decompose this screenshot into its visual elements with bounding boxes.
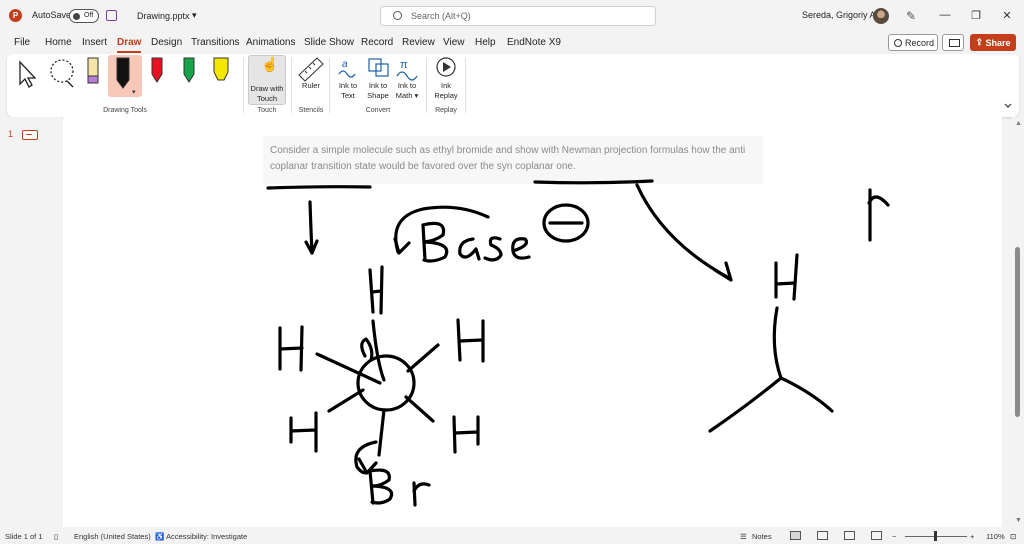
accessibility-icon[interactable]: ♿ xyxy=(155,532,164,541)
status-bar: Slide 1 of 1 ▯ English (United States) ♿… xyxy=(0,527,1024,544)
select-arrow-icon[interactable] xyxy=(19,60,37,88)
lasso-select-icon[interactable] xyxy=(50,59,74,88)
comments-button[interactable] xyxy=(942,34,964,51)
zoom-in-icon[interactable]: + xyxy=(970,532,974,541)
restore-button[interactable]: ❐ xyxy=(965,7,987,23)
tab-record[interactable]: Record xyxy=(361,37,393,48)
zoom-level[interactable]: 110% xyxy=(986,532,1005,541)
separator xyxy=(465,58,466,113)
group-label-replay: Replay xyxy=(435,107,457,114)
tab-transitions[interactable]: Transitions xyxy=(191,37,240,48)
tab-animations[interactable]: Animations xyxy=(246,37,295,48)
record-icon xyxy=(894,38,902,47)
tab-view[interactable]: View xyxy=(443,37,465,48)
scroll-up-icon[interactable]: ▲ xyxy=(1015,120,1022,127)
collapse-ribbon-icon[interactable] xyxy=(1004,103,1012,108)
accessibility-status[interactable]: Accessibility: Investigate xyxy=(166,532,247,541)
user-name[interactable]: Sereda, Grigoriy A xyxy=(802,10,876,20)
draw-with-touch-button[interactable]: ☝ Draw with Touch xyxy=(248,55,286,105)
powerpoint-logo-icon: P xyxy=(9,9,22,22)
touch-hand-icon: ☝ xyxy=(261,56,279,72)
slide-thumbnail[interactable] xyxy=(22,130,38,140)
separator xyxy=(329,58,330,113)
tab-draw[interactable]: Draw xyxy=(117,37,142,53)
save-icon[interactable] xyxy=(106,10,117,21)
slide-canvas[interactable]: Consider a simple molecule such as ethyl… xyxy=(63,117,1002,527)
ink-replay-button[interactable]: Ink Replay xyxy=(431,81,461,101)
draw-ribbon: ▾ a π ☝ Draw with Touch Ruler Ink to Tex… xyxy=(7,54,1019,117)
ruler-icon[interactable] xyxy=(298,57,324,82)
ink-to-text-icon[interactable]: a xyxy=(338,59,356,78)
tab-design[interactable]: Design xyxy=(151,37,182,48)
vertical-scrollbar[interactable]: ▲ ▼ xyxy=(1012,117,1024,527)
autosave-toggle[interactable]: Off xyxy=(69,9,99,23)
slide-show-icon[interactable] xyxy=(871,531,882,540)
separator xyxy=(291,58,292,113)
search-icon xyxy=(393,11,402,20)
ink-to-shape-icon[interactable] xyxy=(368,58,389,77)
record-button[interactable]: Record xyxy=(888,34,938,51)
svg-text:▾: ▾ xyxy=(132,89,136,96)
green-pen-icon[interactable] xyxy=(183,57,195,83)
fit-to-window-icon[interactable]: ⊡ xyxy=(1010,532,1016,541)
tab-help[interactable]: Help xyxy=(475,37,496,48)
share-button[interactable]: ⇪ Share xyxy=(970,34,1016,51)
language-status[interactable]: English (United States) xyxy=(74,532,151,541)
zoom-slider-knob[interactable] xyxy=(934,531,937,541)
search-box[interactable]: Search (Alt+Q) xyxy=(380,6,656,26)
normal-view-icon[interactable] xyxy=(790,531,801,540)
separator xyxy=(426,58,427,113)
ink-drawing xyxy=(266,179,890,507)
title-bar: P AutoSave Off Drawing.pptx ▾ Search (Al… xyxy=(0,0,1024,32)
group-label-stencils: Stencils xyxy=(298,107,324,114)
document-filename[interactable]: Drawing.pptx ▾ xyxy=(137,10,197,21)
pen-icon[interactable]: ✎ xyxy=(906,9,916,23)
group-label-touch: Touch xyxy=(257,107,277,114)
separator xyxy=(243,58,244,113)
avatar[interactable] xyxy=(873,8,889,24)
ink-to-text-button[interactable]: Ink to Text xyxy=(335,81,361,101)
svg-text:a: a xyxy=(342,59,348,70)
highlighter-icon[interactable] xyxy=(213,57,229,81)
tab-slide-show[interactable]: Slide Show xyxy=(304,37,354,48)
group-label-drawing-tools: Drawing Tools xyxy=(103,107,147,114)
scrollbar-thumb[interactable] xyxy=(1015,247,1020,417)
notes-icon[interactable]: ☰ xyxy=(740,532,747,541)
tab-endnote[interactable]: EndNote X9 xyxy=(507,37,561,48)
spellcheck-icon[interactable]: ▯ xyxy=(54,532,58,541)
slide-info: Slide 1 of 1 xyxy=(5,532,43,541)
group-label-convert: Convert xyxy=(365,107,391,114)
scroll-down-icon[interactable]: ▼ xyxy=(1015,517,1022,524)
reading-view-icon[interactable] xyxy=(844,531,855,540)
close-button[interactable]: ✕ xyxy=(996,7,1018,23)
slide-number: 1 xyxy=(8,129,14,139)
tab-home[interactable]: Home xyxy=(45,37,72,48)
red-pen-icon[interactable] xyxy=(151,57,163,83)
slide-thumbnails-panel: 1 xyxy=(0,117,62,527)
tab-file[interactable]: File xyxy=(14,37,30,48)
notes-button[interactable]: Notes xyxy=(752,532,772,541)
pencil-tool-icon[interactable] xyxy=(87,57,99,84)
svg-text:π: π xyxy=(400,59,408,71)
ribbon-tabs: File Home Insert Draw Design Transitions… xyxy=(0,32,1024,54)
ruler-button[interactable]: Ruler xyxy=(300,81,322,91)
slide-sorter-icon[interactable] xyxy=(817,531,828,540)
minimize-button[interactable]: — xyxy=(934,7,956,23)
zoom-out-icon[interactable]: − xyxy=(892,532,896,541)
autosave-label: AutoSave xyxy=(32,10,72,20)
ink-replay-icon[interactable] xyxy=(436,57,456,77)
tab-review[interactable]: Review xyxy=(402,37,435,48)
ink-to-shape-button[interactable]: Ink to Shape xyxy=(364,81,392,101)
ink-to-math-icon[interactable]: π xyxy=(396,59,418,81)
tab-insert[interactable]: Insert xyxy=(82,37,107,48)
ink-to-math-button[interactable]: Ink to Math ▾ xyxy=(393,81,421,101)
